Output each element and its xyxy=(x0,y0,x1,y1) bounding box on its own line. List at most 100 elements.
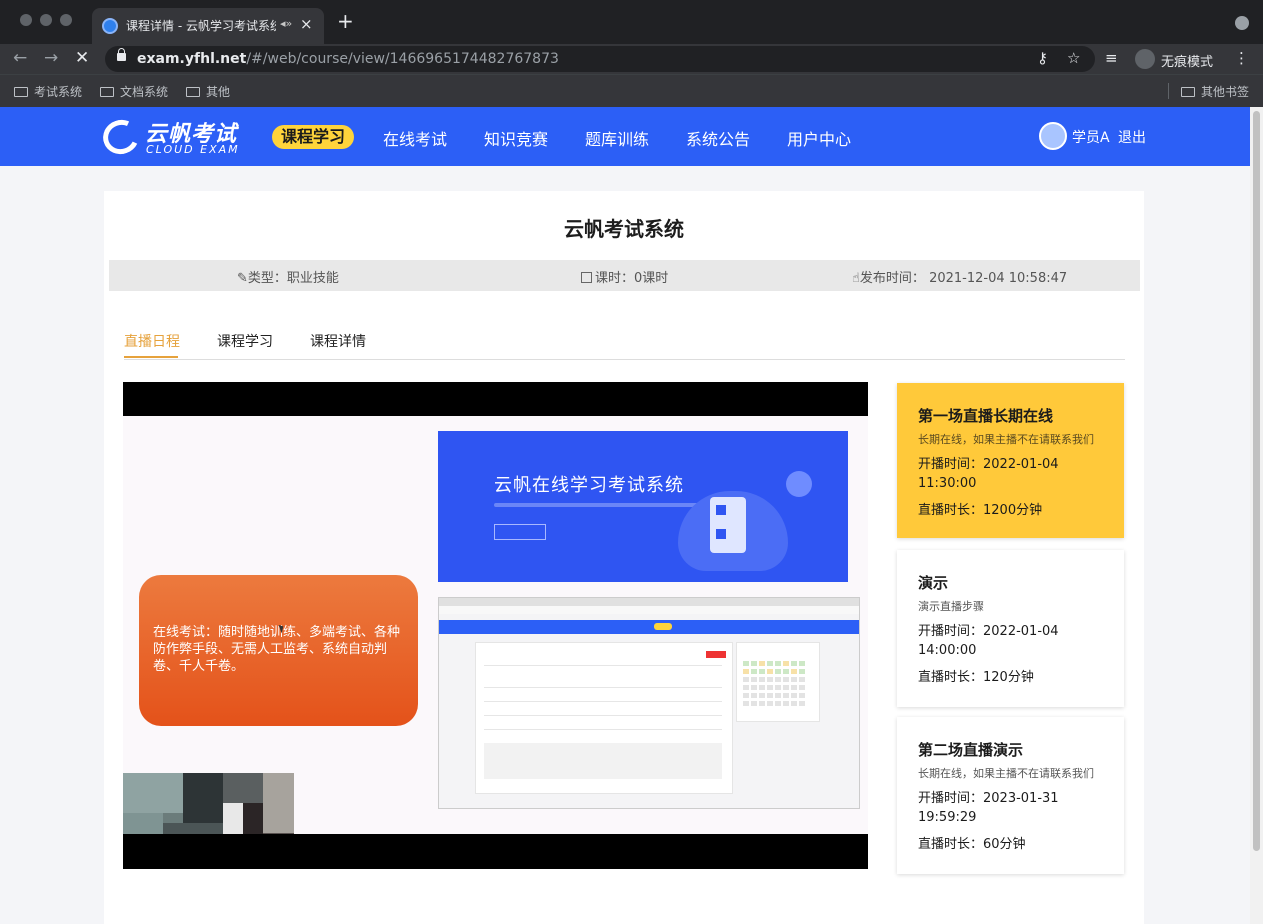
mini-grid-cell xyxy=(775,693,781,698)
book-icon xyxy=(581,272,592,283)
site-logo[interactable]: 云帆考试 CLOUD EXAM xyxy=(98,114,243,160)
tab-search-icon[interactable] xyxy=(1235,16,1249,30)
pixel-block xyxy=(223,773,263,803)
pixel-block xyxy=(263,773,294,833)
page-title: 云帆考试系统 xyxy=(564,217,684,241)
schedule-card-2[interactable]: 演示 演示直播步骤 开播时间：2022-01-04 14:00:00 直播时长：… xyxy=(897,550,1124,707)
speaker-icon[interactable]: ◂» xyxy=(280,17,292,30)
nav-question-bank[interactable]: 题库训练 xyxy=(585,126,649,150)
mini-grid-cell xyxy=(799,701,805,706)
banner-subtitle-line xyxy=(494,503,704,507)
mini-row xyxy=(484,701,722,702)
nav-online-exam[interactable]: 在线考试 xyxy=(383,126,447,150)
username[interactable]: 学员A xyxy=(1072,127,1110,147)
address-bar[interactable]: exam.yfhl.net/#/web/course/view/14669651… xyxy=(105,46,1095,72)
schedule-duration: 直播时长：120分钟 xyxy=(918,670,1034,685)
schedule-start-time: 19:59:29 xyxy=(918,810,977,825)
live-video-player[interactable]: 云帆在线学习考试系统 在线考试：随时随地训练、多端考试、各种防作弊手段、无需人工… xyxy=(123,382,868,869)
nav-user-center[interactable]: 用户中心 xyxy=(787,126,851,150)
mini-grid-cell xyxy=(743,693,749,698)
bookmark-other[interactable]: 其他 xyxy=(186,83,230,100)
mini-active-pill xyxy=(654,623,672,630)
mini-grid-cell xyxy=(791,669,797,674)
mini-grid-cell xyxy=(767,661,773,666)
tab-strip: 课程详情 - 云帆学习考试系统 ◂» × + xyxy=(0,0,1263,44)
slide-callout: 在线考试：随时随地训练、多端考试、各种防作弊手段、无需人工监考、系统自动判卷、千… xyxy=(139,575,418,726)
url-text: exam.yfhl.net/#/web/course/view/14669651… xyxy=(137,51,559,67)
mini-grid-cell xyxy=(751,701,757,706)
schedule-card-1[interactable]: 第一场直播长期在线 长期在线，如果主播不在请联系我们 开播时间：2022-01-… xyxy=(897,383,1124,538)
mini-navbar xyxy=(439,620,859,634)
back-arrow-icon[interactable]: ← xyxy=(13,48,27,68)
webcam-overlay xyxy=(123,773,294,834)
incognito-indicator[interactable]: 无痕模式 xyxy=(1133,46,1221,72)
page-scrollbar[interactable] xyxy=(1250,107,1263,924)
tab-course-details[interactable]: 课程详情 xyxy=(310,331,366,351)
mini-grid-cell xyxy=(767,685,773,690)
nav-knowledge-contest[interactable]: 知识竞赛 xyxy=(484,126,548,150)
bookmark-divider xyxy=(1168,83,1169,99)
nav-course-learning[interactable]: 课程学习 xyxy=(272,125,354,149)
more-vertical-icon[interactable]: ⋮ xyxy=(1234,49,1249,67)
key-icon[interactable]: ⚷ xyxy=(1037,49,1048,67)
schedule-desc: 长期在线，如果主播不在请联系我们 xyxy=(918,767,1094,780)
forward-arrow-icon[interactable]: → xyxy=(44,48,58,68)
folder-icon xyxy=(186,87,200,97)
mini-grid-cell xyxy=(759,693,765,698)
mini-grid-cell xyxy=(791,677,797,682)
pencil-icon: ✎ xyxy=(237,271,248,286)
mini-question-panel xyxy=(475,642,733,794)
tab-live-schedule[interactable]: 直播日程 xyxy=(124,331,180,351)
stop-loading-icon[interactable]: ✕ xyxy=(75,48,89,68)
nav-announcements[interactable]: 系统公告 xyxy=(686,126,750,150)
mini-answer-card xyxy=(736,642,820,722)
mini-grid-cell xyxy=(799,669,805,674)
browser-tab[interactable]: 课程详情 - 云帆学习考试系统 ◂» × xyxy=(92,8,324,44)
mini-grid-cell xyxy=(775,669,781,674)
schedule-title: 演示 xyxy=(918,574,949,592)
mini-grid-cell xyxy=(751,677,757,682)
mini-grid-cell xyxy=(759,677,765,682)
minimize-window-dot[interactable] xyxy=(40,14,52,26)
mini-answer-grid xyxy=(743,661,811,711)
browser-toolbar: ← → ✕ exam.yfhl.net/#/web/course/view/14… xyxy=(0,44,1263,74)
mini-grid-cell xyxy=(799,685,805,690)
bookmark-exam-system[interactable]: 考试系统 xyxy=(14,83,82,100)
mini-grid-cell xyxy=(751,693,757,698)
mini-grid-cell xyxy=(775,677,781,682)
mini-grid-cell xyxy=(775,701,781,706)
logout-link[interactable]: 退出 xyxy=(1118,127,1146,147)
browser-chrome: 课程详情 - 云帆学习考试系统 ◂» × + ← → ✕ exam.yfhl.n… xyxy=(0,0,1263,107)
mini-grid-cell xyxy=(791,685,797,690)
bookmark-other-bookmarks[interactable]: 其他书签 xyxy=(1181,83,1249,100)
mini-grid-cell xyxy=(783,693,789,698)
tab-course-learning[interactable]: 课程学习 xyxy=(217,331,273,351)
schedule-card-3[interactable]: 第二场直播演示 长期在线，如果主播不在请联系我们 开播时间：2023-01-31… xyxy=(897,717,1124,874)
avatar[interactable] xyxy=(1039,122,1067,150)
mini-grid-cell xyxy=(751,685,757,690)
tab-title: 课程详情 - 云帆学习考试系统 xyxy=(126,19,276,33)
logo-icon xyxy=(98,114,144,160)
course-publish-time: ☝发布时间： 2021-12-04 10:58:47 xyxy=(852,271,1068,286)
incognito-label: 无痕模式 xyxy=(1161,55,1214,70)
mini-grid-cell xyxy=(799,677,805,682)
schedule-desc: 演示直播步骤 xyxy=(918,600,984,613)
slide-banner: 云帆在线学习考试系统 xyxy=(438,431,848,582)
plus-icon[interactable]: + xyxy=(337,11,354,31)
scrollbar-thumb[interactable] xyxy=(1253,111,1260,851)
star-icon[interactable]: ☆ xyxy=(1067,49,1080,67)
folder-icon xyxy=(1181,87,1195,97)
mini-urlbar xyxy=(439,606,859,614)
reading-list-icon[interactable]: ≡ xyxy=(1105,49,1118,67)
close-window-dot[interactable] xyxy=(20,14,32,26)
favicon-icon xyxy=(102,18,118,34)
mini-row xyxy=(484,687,722,688)
logo-text-en: CLOUD EXAM xyxy=(146,143,240,156)
mini-grid-cell xyxy=(791,693,797,698)
bookmark-doc-system[interactable]: 文档系统 xyxy=(100,83,168,100)
close-icon[interactable]: × xyxy=(300,15,313,33)
zoom-window-dot[interactable] xyxy=(60,14,72,26)
mini-row xyxy=(484,665,722,666)
mini-row xyxy=(484,729,722,730)
schedule-start-date: 开播时间：2023-01-31 xyxy=(918,791,1059,806)
